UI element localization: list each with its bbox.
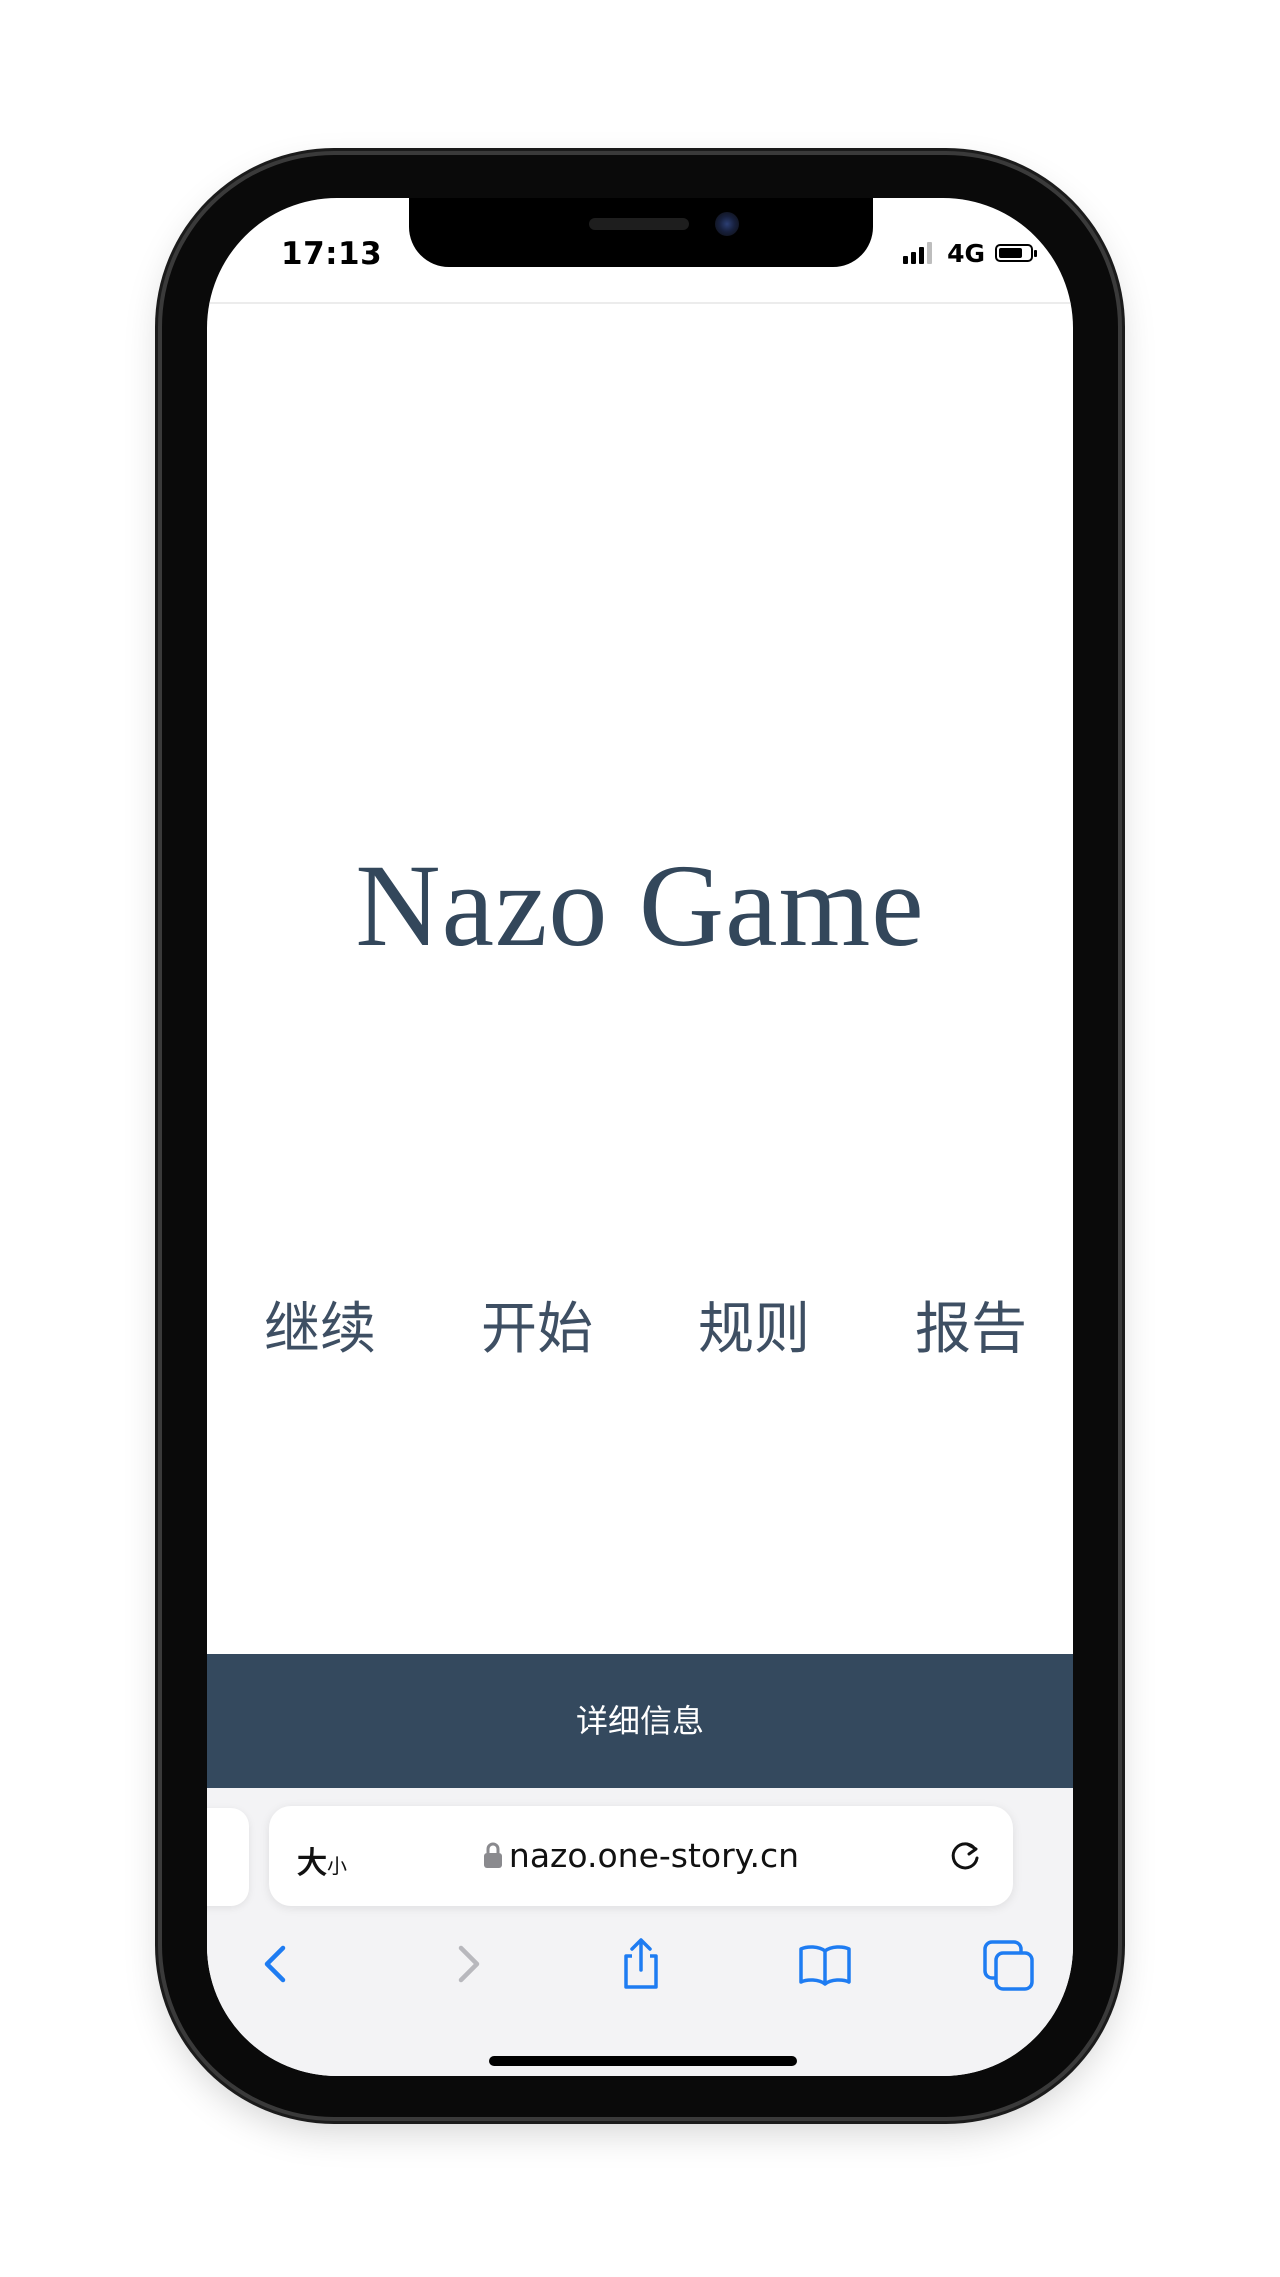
menu-continue[interactable]: 继续 <box>240 1284 400 1365</box>
menu-rules[interactable]: 规则 <box>674 1284 834 1365</box>
address-bar[interactable]: 大小 nazo.one-story.cn <box>269 1806 1013 1906</box>
main-menu: 继续 开始 规则 报告 <box>207 1284 1073 1364</box>
status-divider <box>207 302 1073 304</box>
notch <box>409 198 873 267</box>
earpiece-speaker <box>589 218 689 230</box>
lock-icon <box>483 1842 502 1868</box>
share-icon[interactable] <box>611 1934 671 1994</box>
browser-toolbar <box>207 1918 1073 2008</box>
browser-bottom-bar: 大小 nazo.one-story.cn <box>207 1788 1073 2076</box>
forward-icon[interactable] <box>437 1934 497 1994</box>
signal-icon <box>903 242 935 264</box>
status-time: 17:13 <box>281 236 383 272</box>
details-button[interactable]: 详细信息 <box>207 1654 1073 1788</box>
front-camera <box>715 212 739 236</box>
page-title: Nazo Game <box>355 840 925 971</box>
phone-screen: 17:13 4G Nazo Game 继续 开始 规则 报告 详细信息 大小 n… <box>207 198 1073 2076</box>
menu-report[interactable]: 报告 <box>891 1284 1051 1365</box>
status-indicators: 4G <box>903 236 1037 270</box>
home-indicator <box>489 2056 797 2066</box>
back-icon[interactable] <box>247 1934 307 1994</box>
url-text: nazo.one-story.cn <box>508 1836 800 1875</box>
url-display[interactable]: nazo.one-story.cn <box>269 1836 1013 1875</box>
reload-icon[interactable] <box>945 1836 985 1876</box>
tabs-icon[interactable] <box>979 1934 1039 1994</box>
menu-start[interactable]: 开始 <box>457 1284 617 1365</box>
power-button <box>1117 656 1125 874</box>
bookmarks-icon[interactable] <box>795 1934 855 1994</box>
network-type: 4G <box>947 238 985 268</box>
battery-icon <box>995 244 1037 262</box>
previous-tab-card[interactable] <box>207 1808 249 1906</box>
